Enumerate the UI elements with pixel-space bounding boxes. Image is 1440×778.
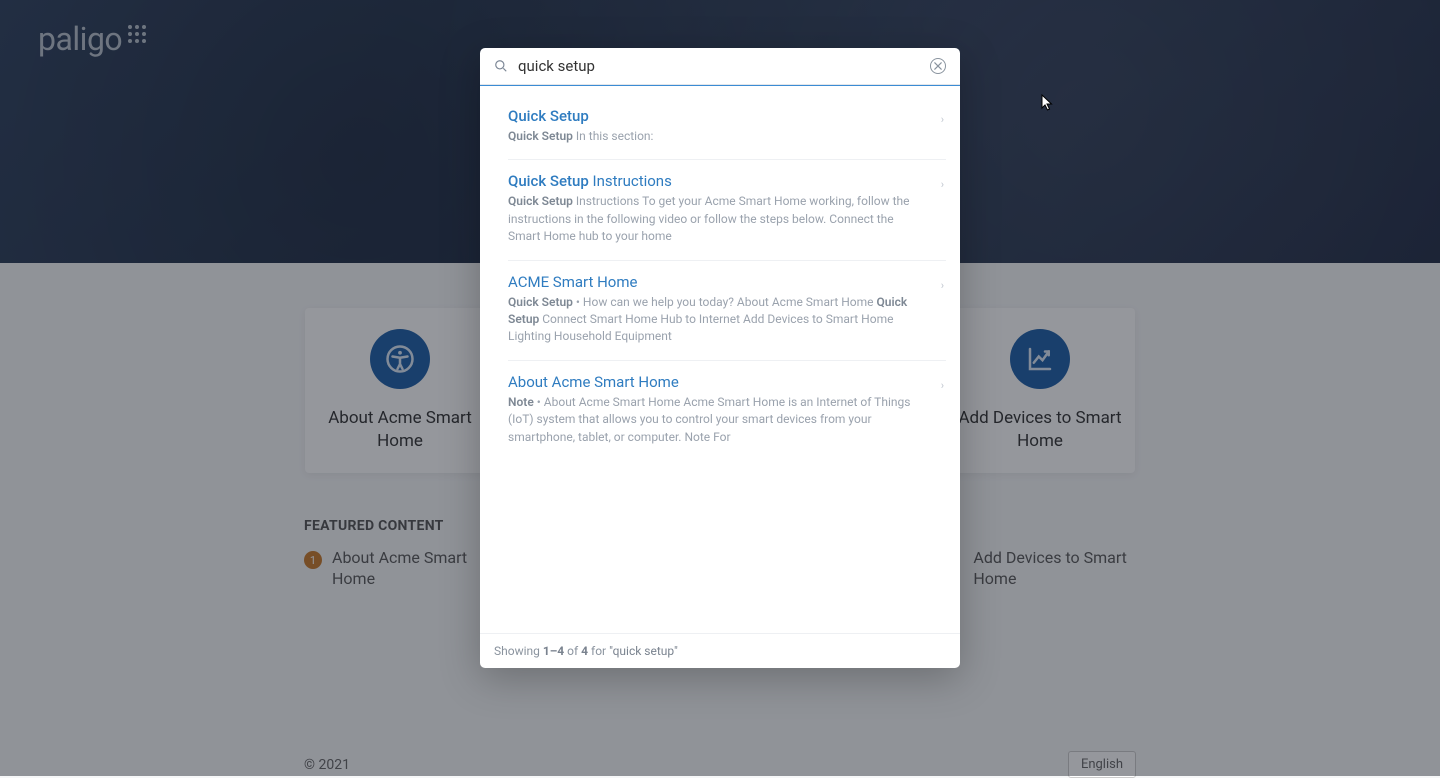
result-4-desc-bold: Note <box>508 395 534 409</box>
footer-of: of <box>564 644 581 658</box>
result-2-title-rest: Instructions <box>589 172 672 190</box>
result-4-desc-rest: • About Acme Smart Home Acme Smart Home … <box>508 395 910 444</box>
results-footer: Showing 1–4 of 4 for "quick setup" <box>480 633 960 668</box>
footer-prefix: Showing <box>494 644 543 658</box>
search-result-3[interactable]: › ACME Smart Home Quick Setup • How can … <box>508 261 946 361</box>
search-modal: › Quick Setup Quick Setup In this sectio… <box>480 48 960 668</box>
search-result-1[interactable]: › Quick Setup Quick Setup In this sectio… <box>508 95 946 160</box>
footer-range: 1–4 <box>543 644 564 658</box>
search-result-4[interactable]: › About Acme Smart Home Note • About Acm… <box>508 361 946 460</box>
result-1-desc-rest: In this section: <box>573 129 654 143</box>
search-input[interactable] <box>508 57 930 75</box>
result-3-title-rest: ACME Smart Home <box>508 273 637 291</box>
footer-for: for <box>588 644 609 658</box>
result-4-title-rest: About Acme Smart Home <box>508 373 679 391</box>
chevron-right-icon: › <box>941 379 944 392</box>
result-2-title-bold: Quick Setup <box>508 172 589 190</box>
search-result-2[interactable]: › Quick Setup Instructions Quick Setup I… <box>508 160 946 260</box>
result-3-desc-rest: • How can we help you today? About Acme … <box>573 295 877 309</box>
chevron-right-icon: › <box>941 279 944 292</box>
result-3-desc-rest2: Connect Smart Home Hub to Internet Add D… <box>508 312 893 343</box>
clear-search-button[interactable] <box>930 58 946 74</box>
result-3-desc-bold: Quick Setup <box>508 295 573 309</box>
chevron-right-icon: › <box>941 178 944 191</box>
search-icon <box>494 59 508 73</box>
result-1-title-bold: Quick Setup <box>508 107 589 125</box>
chevron-right-icon: › <box>941 113 944 126</box>
footer-term: "quick setup" <box>609 644 678 658</box>
result-1-desc-bold: Quick Setup <box>508 129 573 143</box>
result-2-desc-bold: Quick Setup <box>508 194 573 208</box>
search-results-list: › Quick Setup Quick Setup In this sectio… <box>480 85 960 633</box>
search-bar <box>480 48 960 85</box>
